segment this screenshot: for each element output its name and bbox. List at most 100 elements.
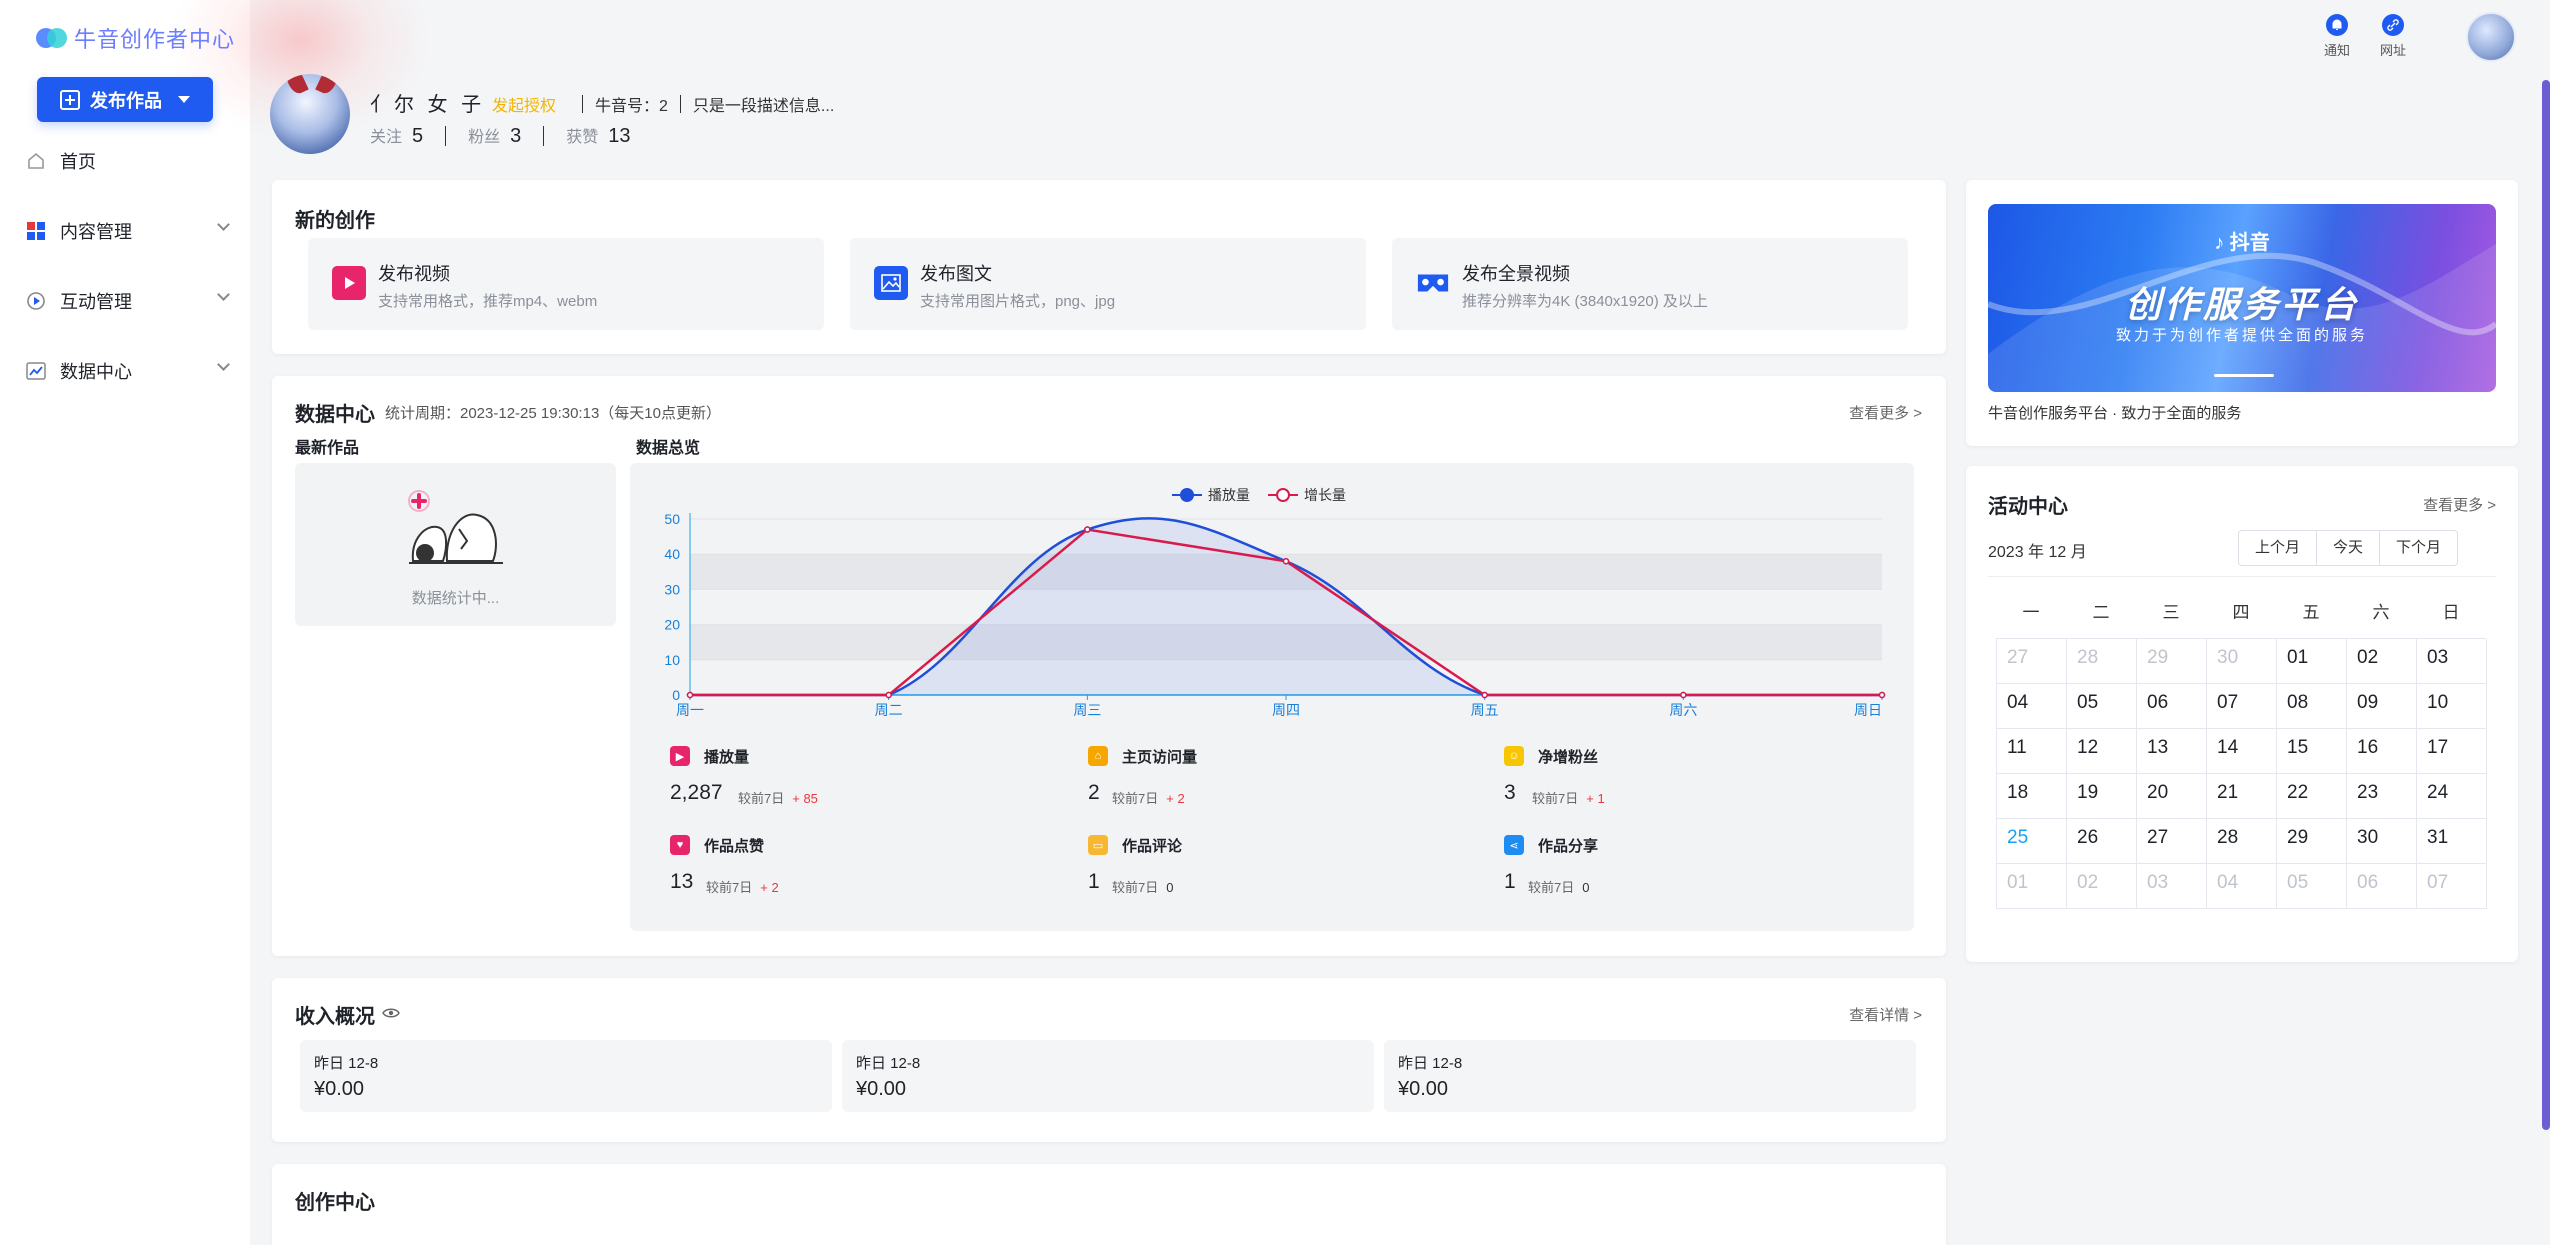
calendar-day[interactable]: 15 bbox=[2277, 729, 2347, 774]
calendar-day[interactable]: 30 bbox=[2207, 639, 2277, 684]
calendar-day[interactable]: 27 bbox=[1997, 639, 2067, 684]
scrollbar[interactable] bbox=[2542, 80, 2550, 1130]
calendar-day[interactable]: 26 bbox=[2067, 819, 2137, 864]
y-tick-label: 20 bbox=[664, 617, 680, 633]
notify-button[interactable]: 通知 bbox=[2324, 14, 2350, 59]
stat-fans[interactable]: 粉丝 3 bbox=[468, 123, 521, 148]
calendar-day[interactable]: 29 bbox=[2277, 819, 2347, 864]
y-tick-label: 50 bbox=[664, 511, 680, 527]
calendar-day[interactable]: 08 bbox=[2277, 684, 2347, 729]
publish-panorama-item[interactable]: 发布全景视频 推荐分辨率为4K (3840x1920) 及以上 bbox=[1392, 238, 1908, 330]
calendar-day[interactable]: 13 bbox=[2137, 729, 2207, 774]
calendar-day[interactable]: 02 bbox=[2067, 864, 2137, 909]
service-platform-banner[interactable]: ♪ 抖音 创作服务平台 致力于为创作者提供全面的服务 bbox=[1988, 204, 2496, 392]
trend-line-chart[interactable]: 0 10 20 30 40 50 周一 周二 周三 周四 周五 周六 周日 播放量 增长量 bbox=[630, 463, 1914, 725]
prev-month-button[interactable]: 上个月 bbox=[2239, 531, 2318, 565]
sidebar-item-label: 首页 bbox=[60, 152, 96, 172]
view-more-link[interactable]: 查看更多 > bbox=[1849, 402, 1922, 423]
calendar-day[interactable]: 01 bbox=[2277, 639, 2347, 684]
stat-home-visits[interactable]: ⌂ 主页访问量 2 较前7日 + 2 bbox=[1088, 743, 1468, 813]
calendar-day[interactable]: 11 bbox=[1997, 729, 2067, 774]
y-tick-label: 10 bbox=[664, 652, 680, 668]
calendar-day[interactable]: 02 bbox=[2347, 639, 2417, 684]
user-avatar[interactable] bbox=[2466, 12, 2516, 62]
calendar-day[interactable]: 12 bbox=[2067, 729, 2137, 774]
stat-value: 5 bbox=[412, 125, 424, 147]
app-logo[interactable]: 牛音创作者中心 bbox=[36, 22, 235, 54]
data-chart-icon bbox=[26, 361, 46, 381]
next-month-button[interactable]: 下个月 bbox=[2380, 531, 2457, 565]
calendar-day[interactable]: 18 bbox=[1997, 774, 2067, 819]
income-date: 昨日 12-8 bbox=[1398, 1055, 1463, 1072]
url-button[interactable]: 网址 bbox=[2380, 14, 2406, 59]
calendar-day-today[interactable]: 25 bbox=[1997, 819, 2067, 864]
view-details-link[interactable]: 查看详情 > bbox=[1849, 1004, 1922, 1025]
calendar-day[interactable]: 27 bbox=[2137, 819, 2207, 864]
calendar-day[interactable]: 06 bbox=[2137, 684, 2207, 729]
account-id: 牛音号：2 bbox=[595, 98, 668, 115]
y-tick-label: 30 bbox=[664, 581, 680, 597]
calendar-day[interactable]: 21 bbox=[2207, 774, 2277, 819]
sidebar-item-data[interactable]: 数据中心 bbox=[26, 358, 230, 384]
calendar-day[interactable]: 05 bbox=[2277, 864, 2347, 909]
stat-shares[interactable]: ⋖ 作品分享 1 较前7日 0 bbox=[1504, 832, 1884, 902]
banner-indicator[interactable] bbox=[2214, 374, 2274, 377]
data-point bbox=[1084, 526, 1091, 533]
calendar-day[interactable]: 14 bbox=[2207, 729, 2277, 774]
publish-button[interactable]: 发布作品 bbox=[37, 77, 213, 122]
calendar-day[interactable]: 23 bbox=[2347, 774, 2417, 819]
stat-likes[interactable]: 获赞 13 bbox=[566, 123, 630, 148]
eye-icon[interactable] bbox=[382, 1006, 400, 1024]
calendar-day[interactable]: 03 bbox=[2137, 864, 2207, 909]
home-visit-icon: ⌂ bbox=[1088, 746, 1108, 766]
stat-play-count[interactable]: ▶ 播放量 2,287 较前7日 + 85 bbox=[670, 743, 1050, 813]
legend-marker bbox=[1276, 488, 1290, 502]
income-item[interactable]: 昨日 12-8 ¥0.00 bbox=[300, 1040, 832, 1112]
calendar-day[interactable]: 17 bbox=[2417, 729, 2487, 774]
calendar-day[interactable]: 29 bbox=[2137, 639, 2207, 684]
calendar-day[interactable]: 20 bbox=[2137, 774, 2207, 819]
calendar-day[interactable]: 07 bbox=[2207, 684, 2277, 729]
card-title: 数据中心 bbox=[295, 404, 375, 426]
stat-comments[interactable]: ▭ 作品评论 1 较前7日 0 bbox=[1088, 832, 1468, 902]
calendar-day[interactable]: 10 bbox=[2417, 684, 2487, 729]
publish-image-item[interactable]: 发布图文 支持常用图片格式，png、jpg bbox=[850, 238, 1366, 330]
calendar-day[interactable]: 24 bbox=[2417, 774, 2487, 819]
stat-likes[interactable]: ♥ 作品点赞 13 较前7日 + 2 bbox=[670, 832, 1050, 902]
stat-new-fans[interactable]: ☺ 净增粉丝 3 较前7日 + 1 bbox=[1504, 743, 1884, 813]
calendar-day[interactable]: 04 bbox=[1997, 684, 2067, 729]
calendar-day[interactable]: 16 bbox=[2347, 729, 2417, 774]
income-amount: ¥0.00 bbox=[856, 1078, 907, 1100]
income-item[interactable]: 昨日 12-8 ¥0.00 bbox=[1384, 1040, 1916, 1112]
today-button[interactable]: 今天 bbox=[2317, 531, 2381, 565]
view-more-link[interactable]: 查看更多 > bbox=[2423, 494, 2496, 515]
sidebar-item-home[interactable]: 首页 bbox=[26, 148, 226, 174]
calendar-day[interactable]: 28 bbox=[2067, 639, 2137, 684]
calendar-day[interactable]: 22 bbox=[2277, 774, 2347, 819]
auth-link[interactable]: 发起授权 bbox=[492, 92, 556, 116]
divider bbox=[543, 125, 545, 146]
latest-work-box[interactable]: 数据统计中... bbox=[295, 463, 616, 626]
profile-avatar[interactable] bbox=[270, 74, 350, 154]
calendar-day[interactable]: 03 bbox=[2417, 639, 2487, 684]
calendar-day[interactable]: 28 bbox=[2207, 819, 2277, 864]
calendar-day[interactable]: 06 bbox=[2347, 864, 2417, 909]
stat-value: 13 bbox=[670, 870, 694, 893]
calendar-day[interactable]: 30 bbox=[2347, 819, 2417, 864]
calendar-day[interactable]: 05 bbox=[2067, 684, 2137, 729]
sidebar-item-content[interactable]: 内容管理 bbox=[26, 218, 230, 244]
home-icon bbox=[26, 151, 46, 171]
calendar-day[interactable]: 09 bbox=[2347, 684, 2417, 729]
stat-value: 3 bbox=[1504, 781, 1516, 804]
publish-video-item[interactable]: 发布视频 支持常用格式，推荐mp4、webm bbox=[308, 238, 824, 330]
income-item[interactable]: 昨日 12-8 ¥0.00 bbox=[842, 1040, 1374, 1112]
calendar-day[interactable]: 04 bbox=[2207, 864, 2277, 909]
stat-following[interactable]: 关注 5 bbox=[370, 123, 423, 148]
stat-compare: 较前7日 0 bbox=[1112, 877, 1173, 896]
calendar-day[interactable]: 01 bbox=[1997, 864, 2067, 909]
calendar-day[interactable]: 31 bbox=[2417, 819, 2487, 864]
legend-label: 增长量 bbox=[1304, 487, 1346, 503]
sidebar-item-interaction[interactable]: 互动管理 bbox=[26, 288, 230, 314]
calendar-day[interactable]: 19 bbox=[2067, 774, 2137, 819]
calendar-day[interactable]: 07 bbox=[2417, 864, 2487, 909]
